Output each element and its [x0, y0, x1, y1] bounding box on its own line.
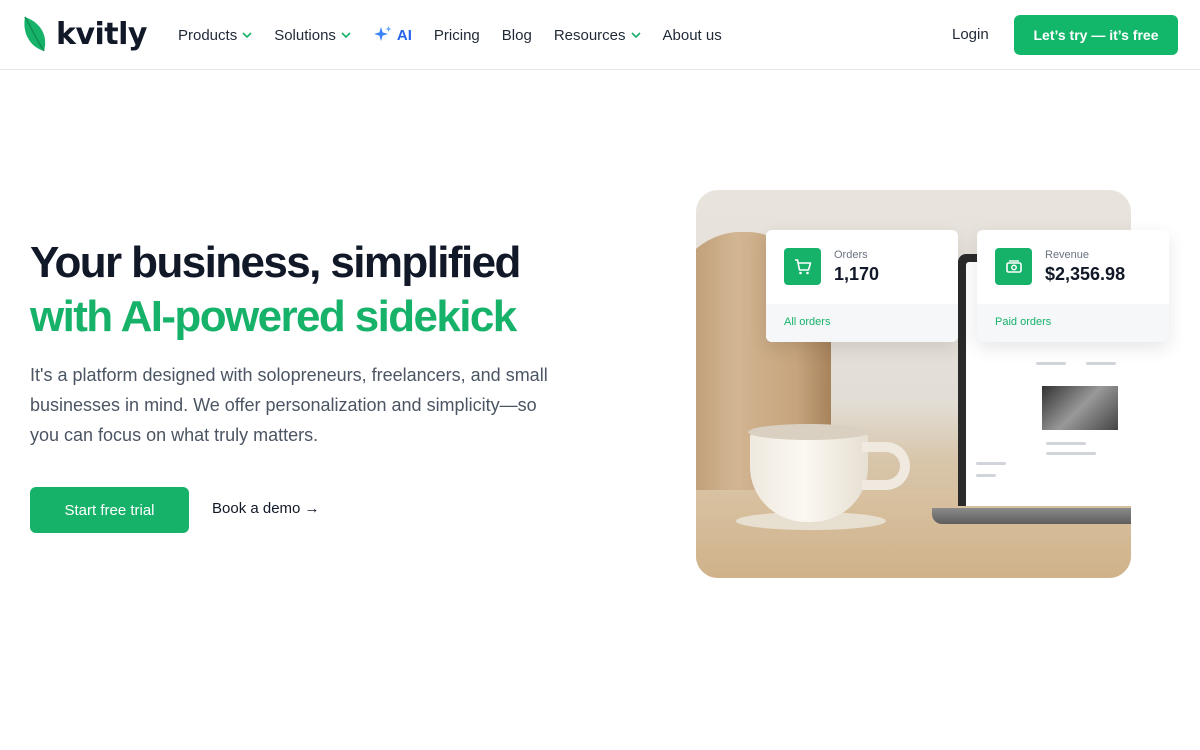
nav-blog[interactable]: Blog: [502, 27, 532, 44]
nav-resources[interactable]: Resources: [554, 27, 641, 44]
nav-products[interactable]: Products: [178, 27, 252, 44]
revenue-value: $2,356.98: [1045, 264, 1126, 284]
screen-line: [1046, 452, 1096, 455]
cash-icon: [995, 248, 1032, 285]
leaf-logo-icon: [24, 16, 46, 52]
revenue-label: Revenue: [1045, 249, 1090, 261]
laptop-base: [932, 508, 1131, 524]
screen-photo: [1042, 386, 1118, 430]
nav-about-us[interactable]: About us: [663, 27, 722, 44]
nav-pricing[interactable]: Pricing: [434, 27, 480, 44]
main-menu: Products Solutions AI Pricing Blog Resou…: [178, 0, 744, 70]
cup-rim: [748, 424, 870, 440]
screen-line: [1036, 362, 1066, 365]
screen-line: [1046, 442, 1086, 445]
start-free-trial-button[interactable]: Start free trial: [30, 487, 189, 533]
nav-ai[interactable]: AI: [373, 25, 412, 45]
chevron-down-icon: [341, 32, 351, 38]
login-link[interactable]: Login: [952, 26, 989, 43]
hero-title-line2: with AI-powered sidekick: [30, 292, 517, 341]
screen-line: [976, 474, 996, 477]
revenue-card: Revenue $2,356.98 Paid orders: [977, 230, 1169, 342]
screen-line: [1086, 362, 1116, 365]
cart-icon: [784, 248, 821, 285]
kvitly-logo[interactable]: kvitly: [22, 15, 147, 53]
all-orders-link[interactable]: All orders: [766, 304, 958, 342]
nav-pricing-label: Pricing: [433, 26, 480, 44]
brand-name: kvitly: [56, 16, 147, 52]
chevron-down-icon: [242, 32, 252, 38]
orders-card: Orders 1,170 All orders: [766, 230, 958, 342]
sparkle-icon: [373, 26, 392, 41]
chevron-down-icon: [630, 32, 641, 38]
screen-line: [976, 462, 1006, 465]
book-demo-link[interactable]: Book a demo →: [212, 500, 320, 517]
nav-about-us-label: About us: [662, 26, 722, 44]
cup-handle: [862, 442, 910, 490]
orders-label: Orders: [834, 249, 868, 261]
hero-title: Your business, simplified with AI-powere…: [30, 236, 521, 344]
hero-title-line1: Your business, simplified: [30, 238, 521, 287]
nav-blog-label: Blog: [501, 26, 532, 44]
nav-products-label: Products: [178, 26, 238, 44]
try-free-button[interactable]: Let’s try — it’s free: [1014, 15, 1178, 55]
top-navbar: kvitly Products Solutions AI Pricing Blo…: [0, 0, 1200, 70]
orders-value: 1,170: [834, 264, 880, 284]
paid-orders-link[interactable]: Paid orders: [977, 304, 1169, 342]
nav-ai-label: AI: [396, 26, 412, 44]
nav-resources-label: Resources: [553, 26, 626, 44]
nav-solutions[interactable]: Solutions: [274, 27, 351, 44]
nav-solutions-label: Solutions: [274, 26, 336, 44]
hero-description: It's a platform designed with solopreneu…: [30, 365, 548, 445]
